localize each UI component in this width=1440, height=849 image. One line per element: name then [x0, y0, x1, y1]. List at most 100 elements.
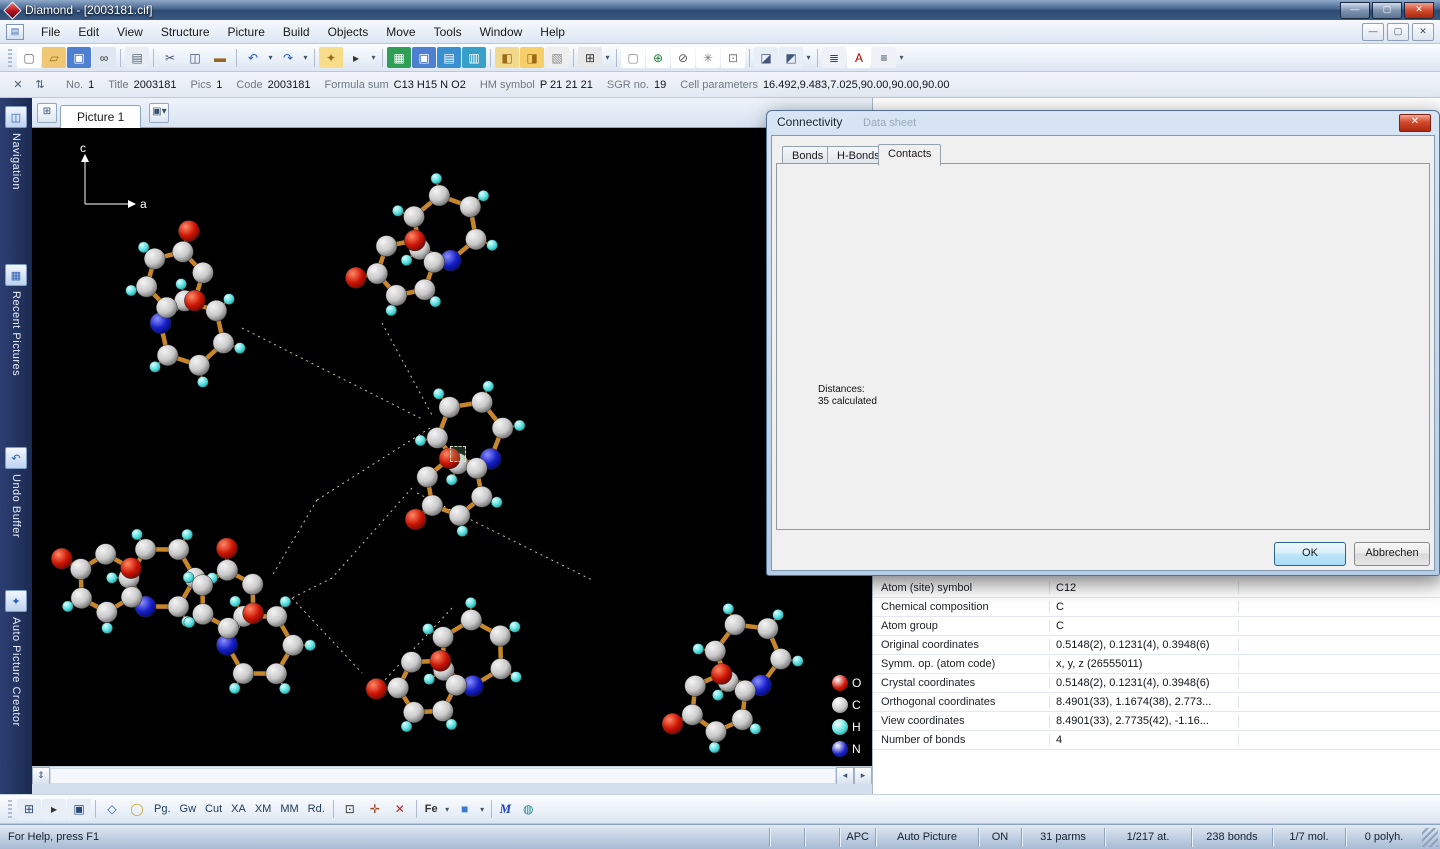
child-close-button[interactable]: ✕ [1412, 23, 1434, 41]
atom-h[interactable] [773, 609, 784, 620]
atom-c[interactable] [121, 587, 142, 608]
atom-h[interactable] [386, 305, 397, 316]
picture-menu-icon[interactable]: ▣▾ [149, 103, 169, 123]
child-minimize-button[interactable]: — [1362, 23, 1384, 41]
minimize-button[interactable]: — [1340, 2, 1370, 19]
atom-c[interactable] [414, 279, 435, 300]
print-icon[interactable]: ▤ [125, 47, 149, 68]
grow-shell-icon[interactable]: ✳ [696, 47, 720, 68]
new-document-icon[interactable]: ▢ [17, 47, 41, 68]
atom-c[interactable] [433, 627, 454, 648]
delete-tool-icon[interactable]: ✕ [388, 799, 412, 820]
copy-icon[interactable]: ◫ [183, 47, 207, 68]
menu-window[interactable]: Window [471, 22, 532, 42]
table-row[interactable]: Original coordinates 0.5148(2), 0.1231(4… [873, 635, 1440, 655]
menu-file[interactable]: File [32, 22, 69, 42]
undo-icon[interactable]: ↶ [241, 47, 265, 68]
sidebar-item-navigation[interactable]: ◫ Navigation [0, 98, 32, 256]
sidebar-item-undo-buffer[interactable]: ↶ Undo Buffer [0, 439, 32, 582]
menu-objects[interactable]: Objects [319, 22, 378, 42]
atom-c[interactable] [266, 606, 287, 627]
atom-h[interactable] [230, 596, 241, 607]
menu-view[interactable]: View [108, 22, 152, 42]
scroll-right-icon[interactable]: ▸ [854, 767, 872, 785]
destroy-picture-icon[interactable]: ▧ [545, 47, 569, 68]
atom-h[interactable] [401, 721, 412, 732]
data-sheet-icon[interactable]: ▤ [437, 47, 461, 68]
atom-c[interactable] [705, 641, 726, 662]
structure-table-icon[interactable]: ▦ [387, 47, 411, 68]
status-pane-atoms[interactable]: 1/217 at. [1104, 828, 1191, 847]
atom-c[interactable] [461, 610, 482, 631]
data-brief-icon[interactable]: ▥ [462, 47, 486, 68]
scroll-left-icon[interactable]: ◂ [836, 767, 854, 785]
atom-c[interactable] [490, 625, 511, 646]
new-picture-icon[interactable]: ◧ [495, 47, 519, 68]
status-pane-on[interactable]: ON [978, 828, 1021, 847]
open-file-icon[interactable]: ▱ [42, 47, 66, 68]
child-restore-button[interactable]: ▢ [1387, 23, 1409, 41]
dropdown-arrow-icon[interactable]: ▾ [443, 800, 452, 819]
toolbar-grip[interactable] [8, 800, 12, 818]
mm-button[interactable]: MM [276, 800, 302, 819]
atom-c[interactable] [242, 574, 263, 595]
status-pane-bonds[interactable]: 238 bonds [1191, 828, 1272, 847]
maximize-button[interactable]: ▢ [1372, 2, 1402, 19]
atom-c[interactable] [490, 658, 511, 679]
table-row[interactable]: Chemical composition C [873, 597, 1440, 617]
atom-o[interactable] [184, 290, 205, 311]
polyhedron-tool-icon[interactable]: ◇ [100, 799, 124, 820]
atom-c[interactable] [70, 559, 91, 580]
blank-page-icon[interactable]: ▢ [621, 47, 645, 68]
atom-c[interactable] [233, 663, 254, 684]
atom-h[interactable] [433, 388, 444, 399]
atom-h[interactable] [234, 343, 245, 354]
atom-h[interactable] [511, 672, 522, 683]
atom-c[interactable] [386, 285, 407, 306]
atom-c[interactable] [96, 602, 117, 623]
atom-c[interactable] [404, 206, 425, 227]
atom-c[interactable] [189, 355, 210, 376]
close-button[interactable]: ✕ [1404, 2, 1434, 19]
table-row[interactable]: Number of bonds 4 [873, 730, 1440, 750]
atom-c[interactable] [71, 588, 92, 609]
atom-c[interactable] [424, 252, 445, 273]
pg-button[interactable]: Pg. [150, 800, 175, 819]
atom-h[interactable] [723, 603, 734, 614]
scrollbar-track[interactable] [50, 768, 836, 784]
menu-tools[interactable]: Tools [425, 22, 471, 42]
atom-c[interactable] [136, 276, 157, 297]
picture-frame-icon[interactable]: ▣ [67, 799, 91, 820]
color-fill-icon[interactable]: ■ [453, 799, 477, 820]
atom-h[interactable] [280, 596, 291, 607]
globe-icon[interactable]: ◍ [516, 799, 540, 820]
select-objects-icon[interactable]: ⊞ [17, 799, 41, 820]
atom-o[interactable] [216, 538, 237, 559]
atom-c[interactable] [732, 709, 753, 730]
atom-h[interactable] [422, 623, 433, 634]
atom-h[interactable] [183, 572, 194, 583]
atom-h[interactable] [478, 190, 489, 201]
status-pane-parms[interactable]: 31 parms [1021, 828, 1104, 847]
paste-icon[interactable]: ▬ [208, 47, 232, 68]
gw-button[interactable]: Gw [176, 800, 201, 819]
atom-c[interactable] [705, 721, 726, 742]
menu-move[interactable]: Move [377, 22, 424, 42]
atom-o[interactable] [711, 663, 732, 684]
atom-h[interactable] [415, 435, 426, 446]
atom-o[interactable] [405, 509, 426, 530]
tab-contacts[interactable]: Contacts [878, 144, 941, 166]
atom-c[interactable] [446, 675, 467, 696]
find-icon[interactable]: ∞ [92, 47, 116, 68]
atom-h[interactable] [446, 474, 457, 485]
sidebar-item-auto-picture-creator[interactable]: ✦ Auto Picture Creator [0, 582, 32, 780]
add-bond-icon[interactable]: ⊘ [671, 47, 695, 68]
close-record-icon[interactable]: ✕ [8, 76, 28, 94]
atom-h[interactable] [279, 683, 290, 694]
atom-c[interactable] [218, 618, 239, 639]
ring-tool-icon[interactable]: ◯ [125, 799, 149, 820]
add-atom-icon[interactable]: ⊕ [646, 47, 670, 68]
atom-c[interactable] [172, 241, 193, 262]
save-icon[interactable]: ▣ [67, 47, 91, 68]
m-button[interactable]: M [496, 800, 516, 819]
